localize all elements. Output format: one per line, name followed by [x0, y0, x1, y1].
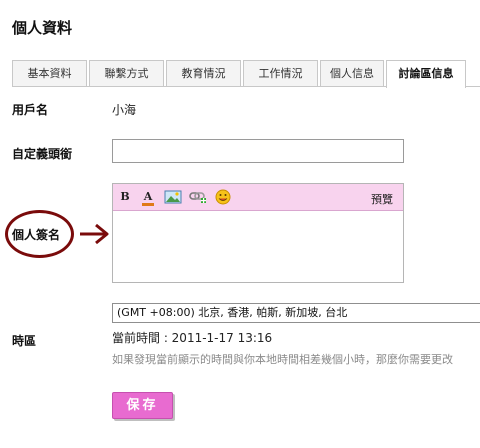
username-value: 小海: [112, 103, 137, 117]
tab-basic-info[interactable]: 基本資料: [12, 60, 87, 87]
image-icon[interactable]: [164, 189, 182, 205]
tab-personal-info[interactable]: 個人信息: [320, 60, 384, 87]
tab-contact[interactable]: 聯繫方式: [89, 60, 164, 87]
font-color-glyph: A: [143, 190, 153, 203]
bold-icon[interactable]: B: [116, 189, 134, 205]
page-title: 個人資料: [12, 19, 73, 37]
custom-title-input[interactable]: [112, 139, 404, 163]
timezone-label: 時區: [12, 334, 37, 348]
font-color-icon[interactable]: A: [139, 189, 157, 206]
current-time-text: 當前時間 : 2011-1-17 13:16: [112, 331, 273, 345]
save-button[interactable]: 保存: [112, 392, 173, 419]
annotation-arrow-icon: [80, 223, 109, 245]
signature-editor: B A 預覽: [112, 183, 404, 283]
editor-toolbar: B A 預覽: [113, 184, 403, 211]
font-color-bar: [142, 203, 154, 206]
timezone-select[interactable]: (GMT +08:00) 北京, 香港, 帕斯, 新加坡, 台北: [112, 303, 480, 323]
signature-textarea[interactable]: [113, 212, 403, 282]
link-icon[interactable]: [189, 189, 207, 205]
smiley-icon[interactable]: [214, 189, 232, 205]
tab-work[interactable]: 工作情況: [243, 60, 318, 87]
tab-education[interactable]: 教育情況: [166, 60, 241, 87]
preview-link[interactable]: 預覽: [371, 191, 393, 207]
tab-bar: 基本資料 聯繫方式 教育情況 工作情況 個人信息 討論區信息: [12, 60, 480, 88]
annotation-circle: [5, 210, 74, 258]
tab-forum-info[interactable]: 討論區信息: [386, 60, 466, 88]
username-label: 用戶名: [12, 103, 49, 117]
custom-title-label: 自定義頭銜: [12, 147, 73, 161]
timezone-note: 如果發現當前顯示的時間與你本地時間相差幾個小時，那麼你需要更改: [112, 353, 453, 366]
